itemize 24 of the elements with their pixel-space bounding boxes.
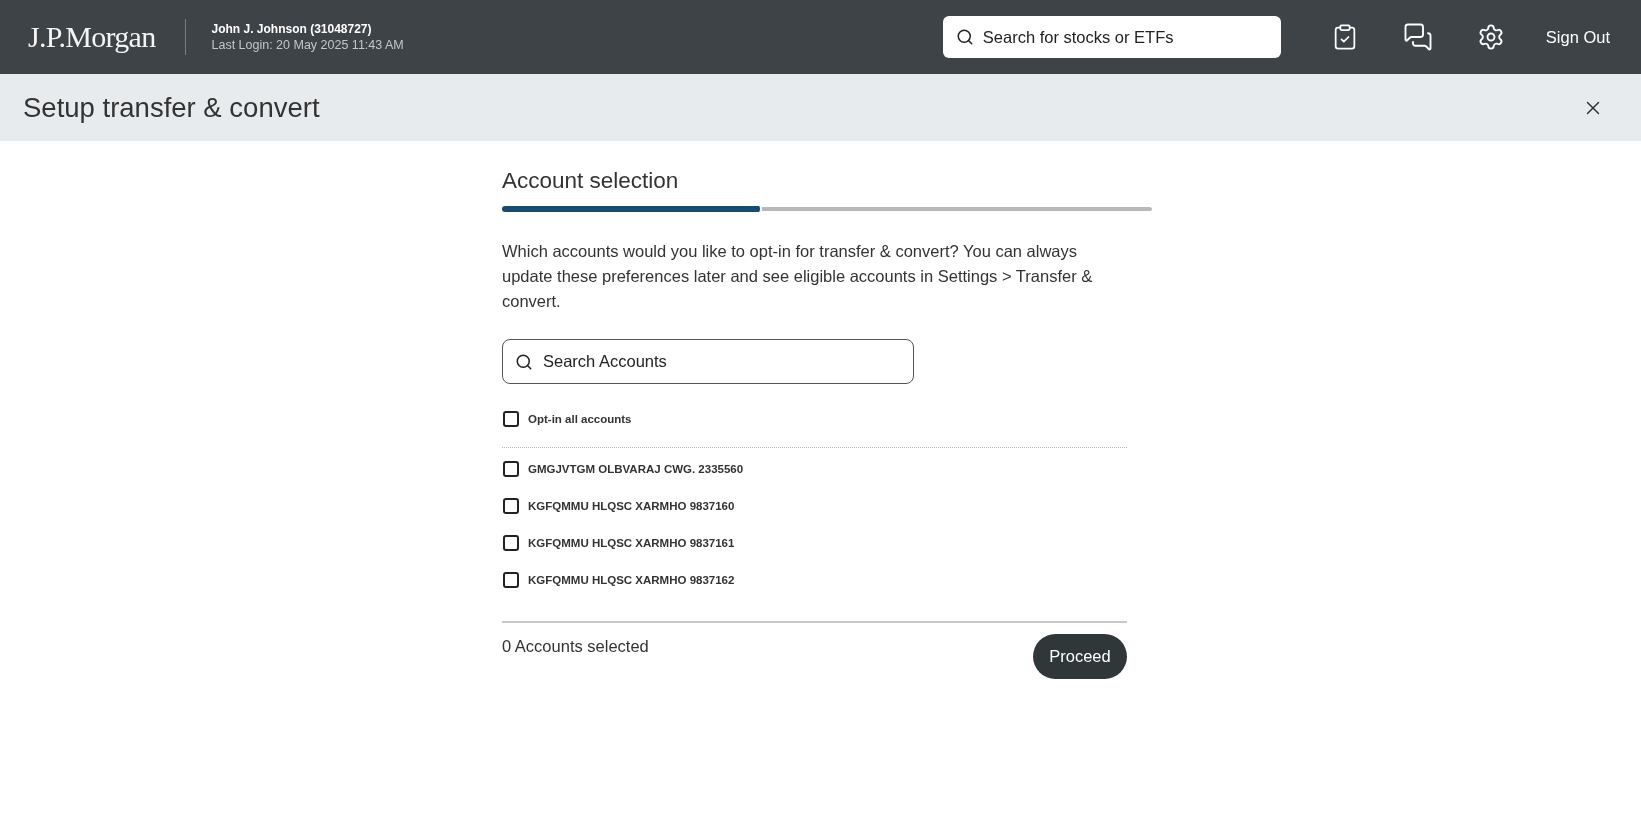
checkbox[interactable] [503,535,519,551]
search-icon [955,28,974,46]
last-login: Last Login: 20 May 2025 11:43 AM [211,38,404,52]
proceed-button[interactable]: Proceed [1033,634,1127,679]
logo: J.P.Morgan [28,20,156,54]
search-field[interactable]: Search for stocks or ETFs [942,16,1281,58]
checkbox-label: Opt-in all accounts [528,413,632,425]
sign-out-button[interactable]: Sign Out [1545,23,1610,51]
search-field[interactable]: Search Accounts [502,339,914,384]
chat-bubbles-icon[interactable] [1402,22,1433,52]
user-name: John J. Johnson (31048727) [211,22,373,36]
checkbox[interactable] [503,572,519,588]
checkbox[interactable] [503,498,519,514]
step-title: Account selection [502,167,680,195]
checkbox-label: KGFQMMU HLQSC XARMHO 9837160 [528,500,735,512]
checkbox-label: GMGJVTGM OLBVARAJ CWG. 2335560 [528,463,744,475]
intro-text: Which accounts would you like to opt-in for transfer & convert? You can always update these preferences later and see eligible accounts in Settings > Transfer & convert. [502,241,1094,312]
checkbox[interactable] [503,461,519,477]
checkbox[interactable] [503,411,519,427]
checkbox-label: KGFQMMU HLQSC XARMHO 9837161 [528,537,735,549]
search-icon [515,352,533,371]
page-title: Setup transfer & convert [23,91,320,124]
selected-count: 0 Accounts selected [502,636,649,656]
checkbox-label: KGFQMMU HLQSC XARMHO 9837162 [528,574,735,586]
